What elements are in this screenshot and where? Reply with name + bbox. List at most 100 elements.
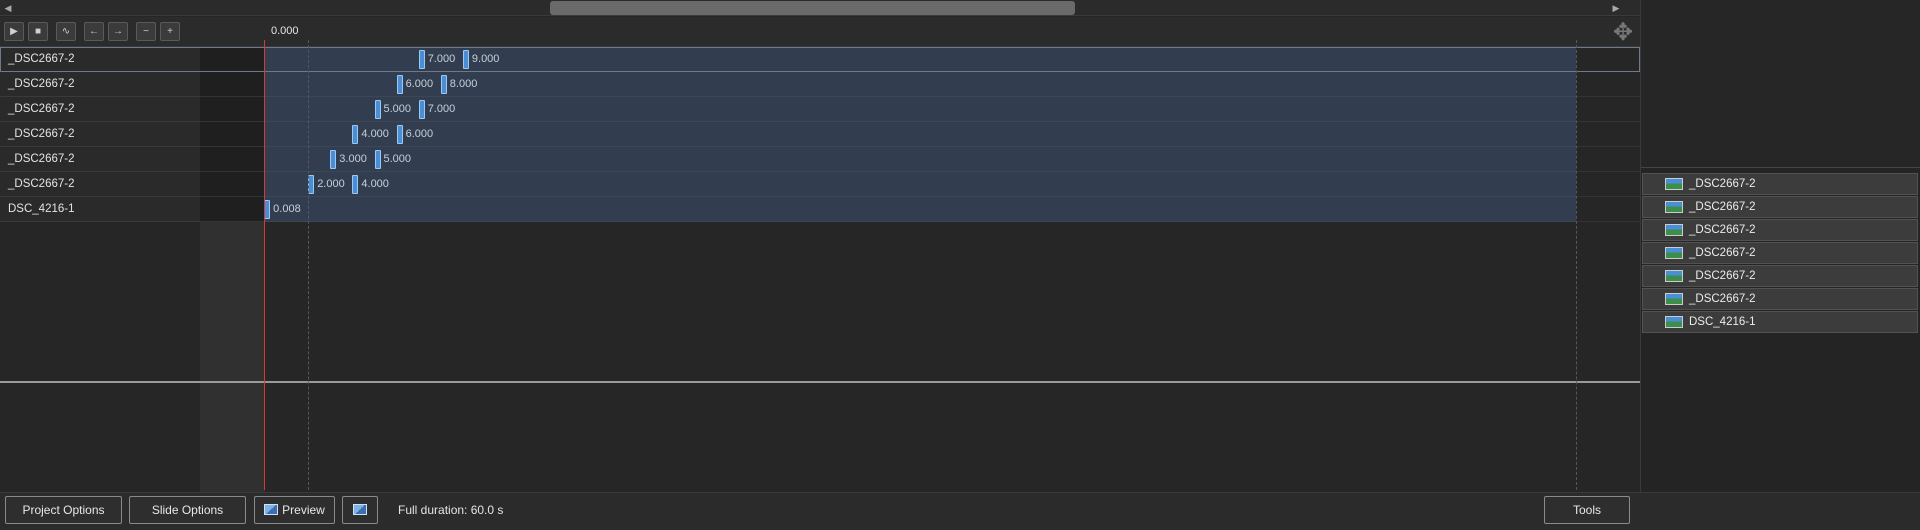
play-icon: ▶ <box>10 26 18 37</box>
time-ruler[interactable]: 0.000 <box>265 17 1640 47</box>
slide-start-marker <box>308 40 309 490</box>
track-gap <box>200 197 265 222</box>
empty-timeline-area[interactable] <box>265 222 1640 492</box>
object-list-item[interactable]: _DSC2667-2 <box>1642 219 1918 241</box>
track-row[interactable] <box>265 97 1576 122</box>
keyframe-time-label: 6.000 <box>405 78 434 90</box>
track-header-gap <box>200 222 265 492</box>
slide-options-button[interactable]: Slide Options <box>129 496 246 524</box>
track-row[interactable] <box>265 147 1576 172</box>
track-name[interactable]: _DSC2667-2 <box>0 47 200 72</box>
track-tail <box>1576 97 1640 122</box>
object-list-item[interactable]: _DSC2667-2 <box>1642 196 1918 218</box>
keyframe-marker[interactable] <box>418 100 425 119</box>
zoom-out-button[interactable]: − <box>136 22 156 41</box>
keyframe-marker[interactable] <box>396 125 403 144</box>
preview-button[interactable]: Preview <box>254 496 335 524</box>
play-button[interactable]: ▶ <box>4 22 24 41</box>
keyframe-marker[interactable] <box>374 150 381 169</box>
track-name[interactable]: _DSC2667-2 <box>0 172 200 197</box>
keyframe-marker[interactable] <box>330 150 337 169</box>
project-options-button[interactable]: Project Options <box>5 496 122 524</box>
slideshow-icon-button[interactable] <box>342 496 378 524</box>
keyframe-time-label: 7.000 <box>427 53 456 65</box>
arrow-right-icon: → <box>113 26 123 37</box>
track-row[interactable] <box>265 172 1576 197</box>
object-list-label: _DSC2667-2 <box>1689 270 1756 282</box>
track-tail <box>1576 72 1640 97</box>
slideshow-icon <box>353 504 367 515</box>
waveform-icon: ∿ <box>61 26 71 37</box>
object-list-item[interactable]: _DSC2667-2 <box>1642 288 1918 310</box>
keyframe-marker[interactable] <box>396 75 403 94</box>
track-row[interactable] <box>265 47 1576 72</box>
keyframe-marker[interactable] <box>352 175 359 194</box>
keyframe-marker[interactable] <box>462 50 469 69</box>
track-name[interactable]: _DSC2667-2 <box>0 97 200 122</box>
audio-section-separator[interactable] <box>0 381 1640 383</box>
tools-button[interactable]: Tools <box>1544 496 1630 524</box>
object-list-item[interactable]: _DSC2667-2 <box>1642 265 1918 287</box>
keyframe-marker[interactable] <box>418 50 425 69</box>
object-list-label: DSC_4216-1 <box>1689 316 1756 328</box>
track-name[interactable]: _DSC2667-2 <box>0 147 200 172</box>
keyframe-time-label: 5.000 <box>383 103 412 115</box>
keyframe-marker[interactable] <box>308 175 315 194</box>
preview-label: Preview <box>282 503 325 517</box>
image-thumbnail-icon <box>1665 270 1683 282</box>
move-icon[interactable]: ✥ <box>1608 19 1638 47</box>
keyframe-time-label: 0.008 <box>273 203 301 215</box>
preview-icon <box>264 504 279 515</box>
empty-track-area <box>0 222 200 492</box>
object-list-item[interactable]: DSC_4216-1 <box>1642 311 1918 333</box>
zoom-in-button[interactable]: + <box>160 22 180 41</box>
stop-icon: ■ <box>34 26 42 37</box>
keyframe-time-label: 7.000 <box>427 103 456 115</box>
track-gap <box>200 47 265 72</box>
track-row[interactable] <box>265 197 1576 222</box>
track-tail <box>1576 147 1640 172</box>
slide-end-marker <box>1576 40 1577 490</box>
object-list-label: _DSC2667-2 <box>1689 201 1756 213</box>
next-keyframe-button[interactable]: → <box>108 22 128 41</box>
keyframe-marker[interactable] <box>264 200 271 219</box>
timeline-horizontal-scrollbar[interactable]: ◀ ▶ <box>0 0 1640 16</box>
arrow-left-icon: ← <box>89 26 99 37</box>
scroll-left-arrow-icon[interactable]: ◀ <box>0 0 16 16</box>
keyframe-time-label: 6.000 <box>405 128 434 140</box>
object-list-label: _DSC2667-2 <box>1689 293 1756 305</box>
track-gap <box>200 147 265 172</box>
scroll-right-arrow-icon[interactable]: ▶ <box>1608 0 1624 16</box>
track-gap <box>200 122 265 147</box>
keyframe-marker[interactable] <box>440 75 447 94</box>
track-name[interactable]: _DSC2667-2 <box>0 122 200 147</box>
track-gap <box>200 72 265 97</box>
track-tail <box>1576 172 1640 197</box>
object-list-label: _DSC2667-2 <box>1689 178 1756 190</box>
keyframe-time-label: 4.000 <box>361 178 389 190</box>
track-row[interactable] <box>265 122 1576 147</box>
image-thumbnail-icon <box>1665 224 1683 236</box>
keyframe-marker[interactable] <box>352 125 359 144</box>
track-name[interactable]: DSC_4216-1 <box>0 197 200 222</box>
object-list-label: _DSC2667-2 <box>1689 224 1756 236</box>
keyframe-time-label: 5.000 <box>383 153 412 165</box>
image-thumbnail-icon <box>1665 293 1683 305</box>
full-duration-status: Full duration: 60.0 s <box>398 503 504 517</box>
keyframe-marker[interactable] <box>374 100 381 119</box>
keyframe-time-label: 8.000 <box>449 78 478 90</box>
track-gap <box>200 97 265 122</box>
keyframe-time-label: 4.000 <box>361 128 389 140</box>
stop-button[interactable]: ■ <box>28 22 48 41</box>
playhead[interactable] <box>264 40 265 490</box>
previous-keyframe-button[interactable]: ← <box>84 22 104 41</box>
object-list-item[interactable]: _DSC2667-2 <box>1642 242 1918 264</box>
waveform-button[interactable]: ∿ <box>56 22 76 41</box>
track-tail <box>1576 122 1640 147</box>
object-list-item[interactable]: _DSC2667-2 <box>1642 173 1918 195</box>
keyframe-time-label: 2.000 <box>317 178 345 190</box>
scrollbar-thumb[interactable] <box>550 1 1075 15</box>
track-name[interactable]: _DSC2667-2 <box>0 72 200 97</box>
image-thumbnail-icon <box>1665 247 1683 259</box>
image-thumbnail-icon <box>1665 178 1683 190</box>
